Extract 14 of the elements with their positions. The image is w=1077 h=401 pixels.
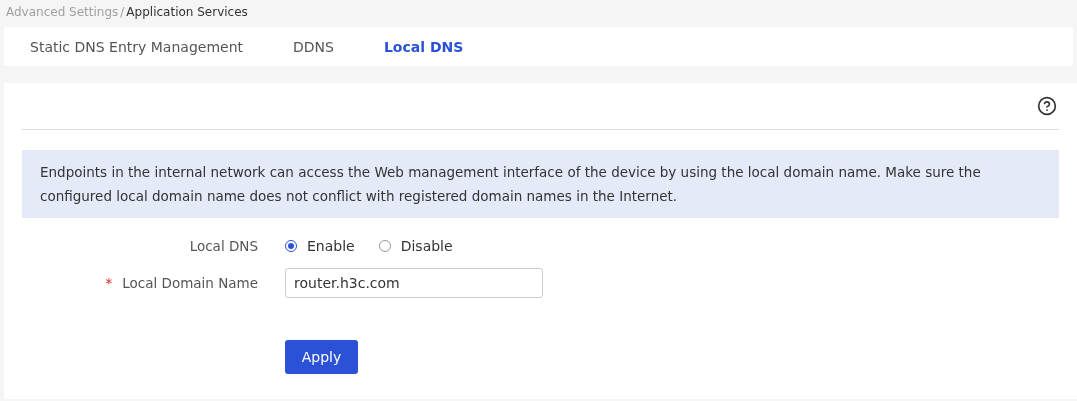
domain-input[interactable]: router.h3c.com: [285, 268, 543, 298]
tab[interactable]: Local DNS: [383, 38, 464, 55]
field-label: Local DNS: [189, 238, 258, 254]
breadcrumb-current: Application Services: [126, 5, 248, 19]
tab[interactable]: Static DNS Entry Management: [30, 38, 243, 55]
radio-option[interactable]: Disable: [378, 238, 453, 254]
help-icon[interactable]: [1037, 96, 1057, 116]
required-mark: *: [105, 275, 113, 291]
field-label: Local Domain Name: [122, 275, 258, 291]
breadcrumb-separator: /: [120, 5, 125, 19]
tab[interactable]: DDNS: [293, 38, 334, 55]
apply-button[interactable]: Apply: [285, 340, 358, 374]
info-notice: Endpoints in the internal network can access the Web management interface of the device by using the local domain name. Make sure the configured local domain name does not conflict with registered domain names in the Internet.: [22, 150, 1059, 218]
radio-option[interactable]: Enable: [285, 238, 355, 254]
